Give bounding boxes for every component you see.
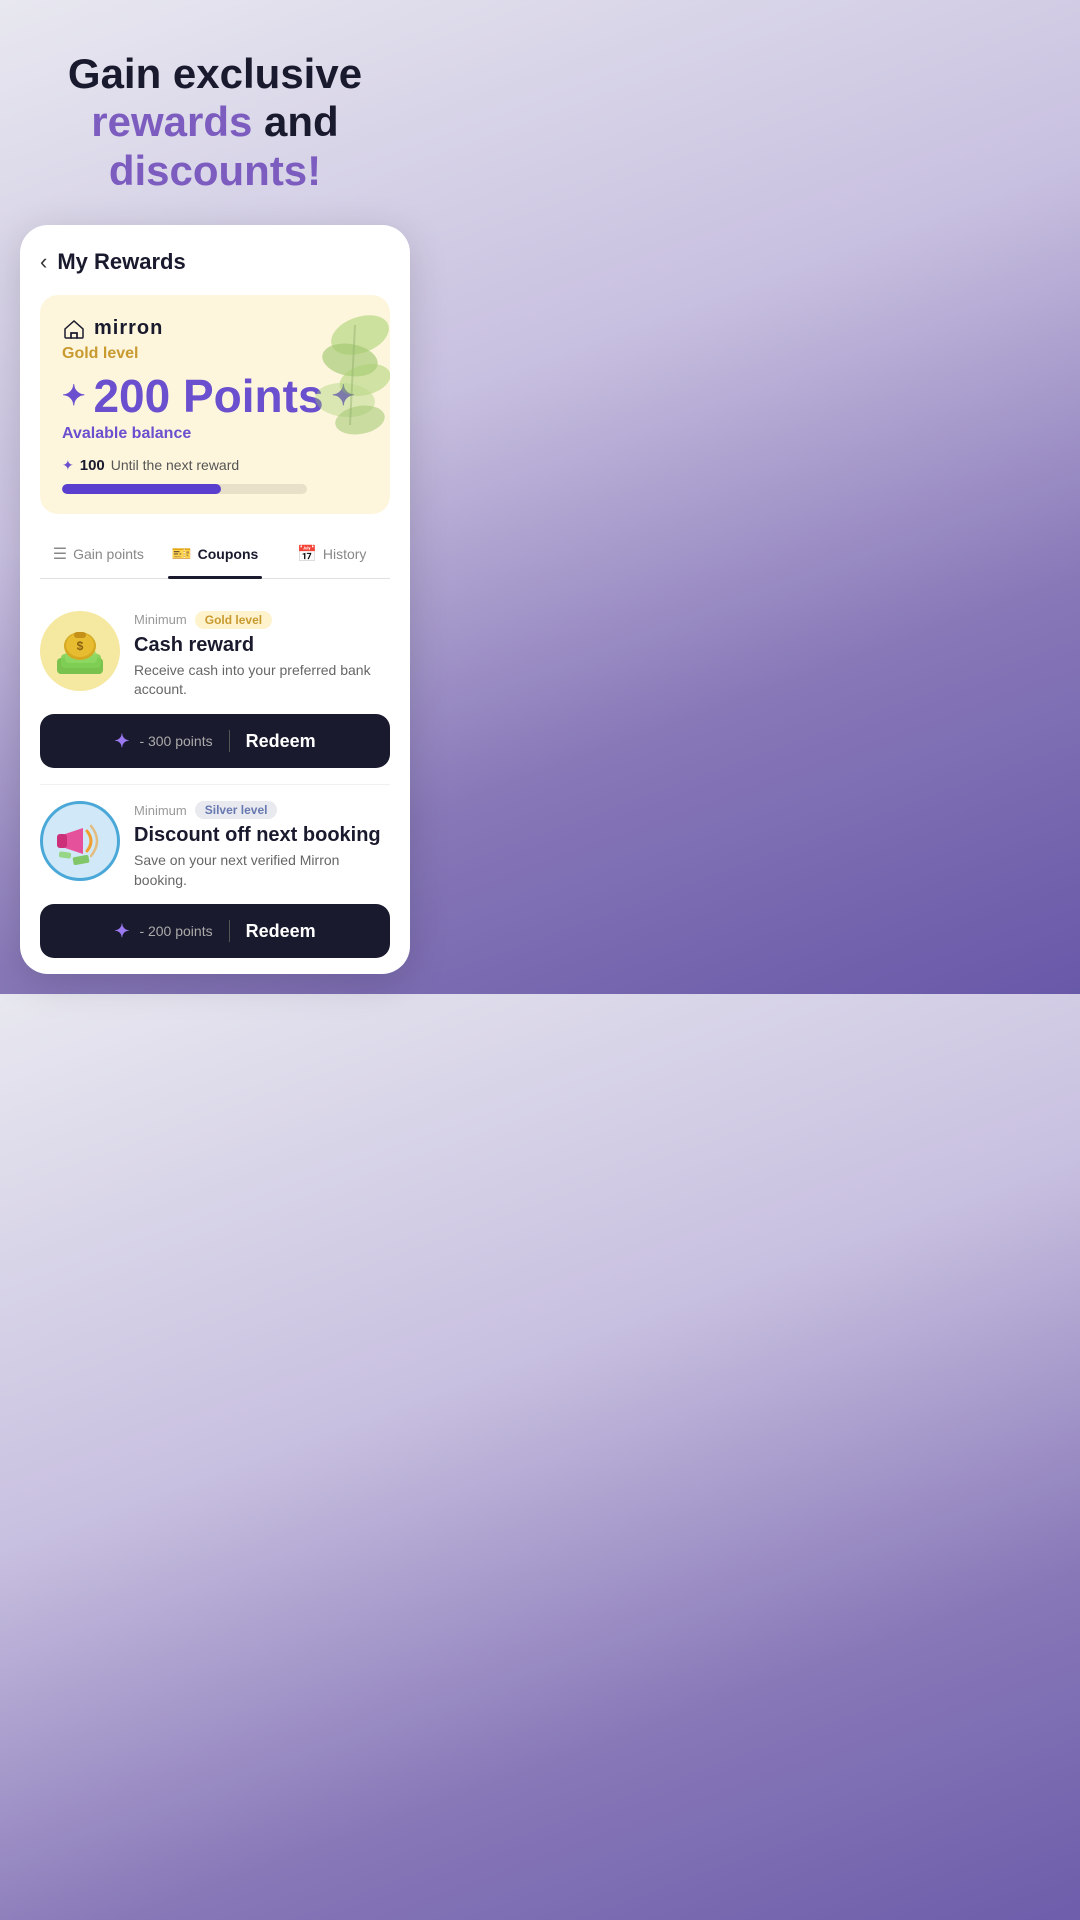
minimum-row-cash: Minimum Gold level [134,611,390,629]
coupon-desc-cash: Receive cash into your preferred bank ac… [134,661,390,700]
coupon-desc-discount: Save on your next verified Mirron bookin… [134,851,390,890]
redeem-button-discount[interactable]: ✦ - 200 points Redeem [40,904,390,958]
tab-coupons[interactable]: 🎫 Coupons [157,530,274,578]
minimum-label-cash: Minimum [134,612,187,627]
gain-points-icon: ☰ [53,544,67,564]
coupon-info-cash: Minimum Gold level Cash reward Receive c… [134,611,390,700]
hero-line1: Gain exclusive [68,50,362,97]
hero-section: Gain exclusive rewards and discounts! [38,0,392,225]
brand-name: mirron [94,317,163,340]
tab-gain-points[interactable]: ☰ Gain points [40,530,157,578]
next-reward-count: 100 [80,457,105,474]
coupon-title-discount: Discount off next booking [134,824,390,847]
tab-history[interactable]: 📅 History [273,530,390,578]
coupon-top-discount: Minimum Silver level Discount off next b… [40,801,390,890]
redeem-label-cash: Redeem [246,731,316,752]
sparkle-btn-icon: ✦ [114,731,129,752]
points-card: mirron Gold level ✦ 200 Points ✦ Avalabl… [40,295,390,514]
brand-icon [62,317,86,341]
sparkle-btn-discount-icon: ✦ [114,921,129,942]
sparkle-left-icon: ✦ [62,379,85,412]
progress-bar-fill [62,484,221,494]
sparkle-next-icon: ✦ [62,457,74,474]
coupon-item-discount: Minimum Silver level Discount off next b… [40,785,390,974]
minimum-label-discount: Minimum [134,803,187,818]
next-reward-row: ✦ 100 Until the next reward [62,457,368,474]
tabs-row: ☰ Gain points 🎫 Coupons 📅 History [40,530,390,579]
redeem-button-cash[interactable]: ✦ - 300 points Redeem [40,714,390,768]
coupon-title-cash: Cash reward [134,634,390,657]
coupon-top-cash: $ Minimum Gold level Cash reward Receive… [40,611,390,700]
tab-gain-label: Gain points [73,546,144,562]
coupon-image-cash: $ [40,611,120,691]
points-cost-cash: - 300 points [139,733,212,749]
coupon-image-discount [40,801,120,881]
coupon-info-discount: Minimum Silver level Discount off next b… [134,801,390,890]
history-icon: 📅 [297,544,317,564]
money-bag-icon: $ [45,616,115,686]
hero-line2-and: and [264,98,339,145]
page-title: My Rewards [57,249,185,275]
divider-line [229,730,230,752]
progress-bar-background [62,484,307,494]
coupons-list: $ Minimum Gold level Cash reward Receive… [40,579,390,974]
tab-coupons-label: Coupons [198,546,259,562]
hero-line3-purple: discounts! [109,147,321,194]
next-reward-label: Until the next reward [111,457,239,473]
minimum-row-discount: Minimum Silver level [134,801,390,819]
level-badge-gold: Gold level [195,611,272,629]
coupons-icon: 🎫 [172,544,192,564]
hero-line2-purple: rewards [91,98,252,145]
redeem-label-discount: Redeem [246,921,316,942]
divider-line-discount [229,920,230,942]
svg-text:$: $ [77,639,84,653]
points-cost-discount: - 200 points [139,923,212,939]
discount-icon [45,806,115,876]
coupon-item-cash: $ Minimum Gold level Cash reward Receive… [40,595,390,785]
rewards-card: ‹ My Rewards mirron Gold level ✦ 200 Poi… [20,225,410,974]
level-badge-silver: Silver level [195,801,278,819]
back-button[interactable]: ‹ [40,249,47,275]
leaf-decoration-icon [280,305,390,435]
tab-history-label: History [323,546,367,562]
card-header: ‹ My Rewards [40,249,390,275]
